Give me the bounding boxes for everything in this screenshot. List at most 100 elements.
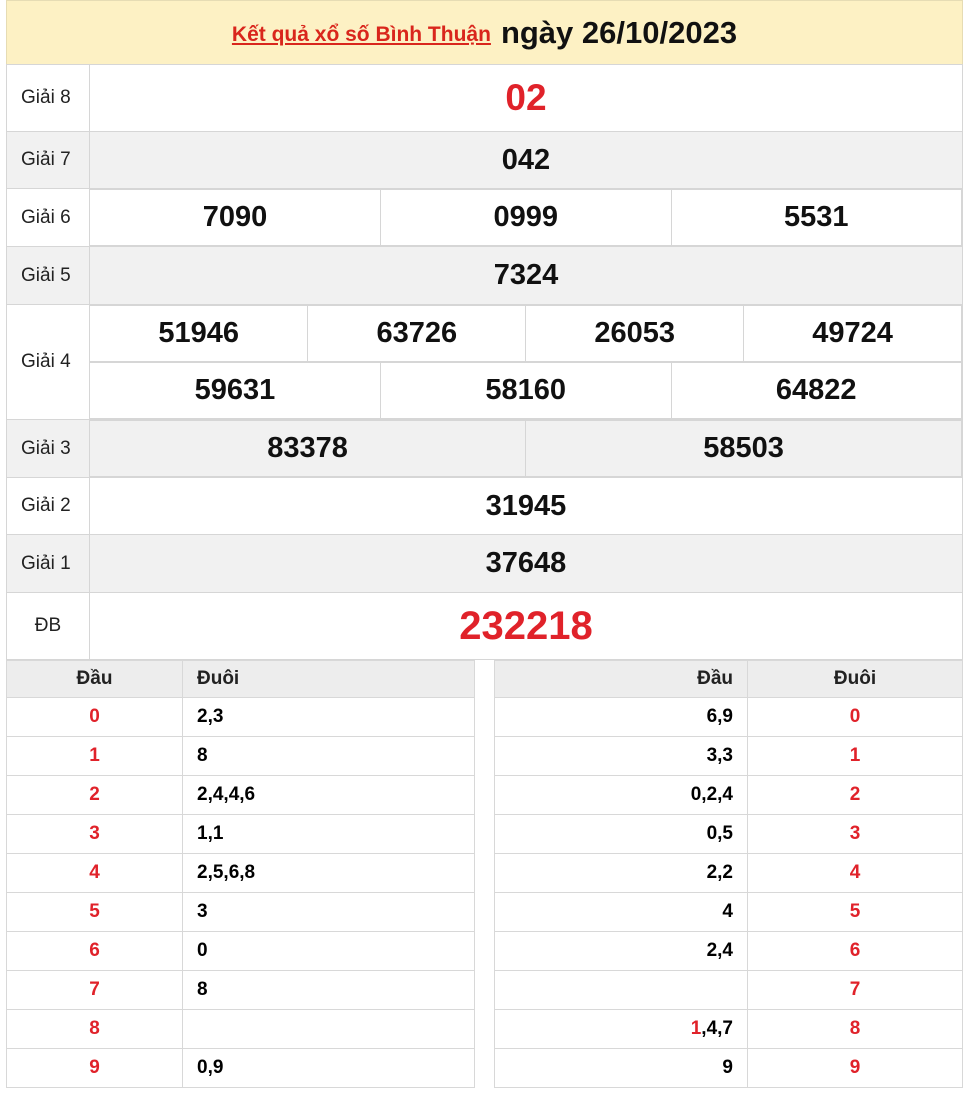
prize-number: 042 bbox=[89, 131, 963, 189]
table-row: 3 1,1 bbox=[6, 814, 475, 854]
prize-number: 51946 bbox=[90, 305, 309, 362]
head-digits: 3,3 bbox=[494, 736, 748, 776]
table-row: 9 0,9 bbox=[6, 1048, 475, 1088]
table-row: 78 bbox=[6, 970, 475, 1010]
prize-label: Giải 1 bbox=[6, 534, 90, 593]
head-digit-list: 0,2,4 bbox=[690, 784, 733, 805]
table-row: 7 bbox=[494, 970, 963, 1010]
table-row: 0 2,3 bbox=[6, 697, 475, 737]
prize-number: 58503 bbox=[525, 420, 962, 477]
tail-digit: 4 bbox=[747, 853, 963, 893]
special-prize-number: 232218 bbox=[89, 592, 963, 660]
column-header-head: Đầu bbox=[494, 660, 748, 698]
tail-digit: 3 bbox=[747, 814, 963, 854]
prize-cell-group: 51946 63726 26053 49724 59631 58160 6482… bbox=[89, 304, 963, 420]
head-digit-list: ,4,7 bbox=[701, 1018, 733, 1039]
table-row: 2 2,4,4,6 bbox=[6, 775, 475, 815]
table-row: 0,5 3 bbox=[494, 814, 963, 854]
tail-digits: 8 bbox=[182, 970, 475, 1010]
prize-cell-group: 7090 0999 5531 bbox=[89, 188, 963, 247]
head-digits: 4 bbox=[494, 892, 748, 932]
table-row: 45 bbox=[494, 892, 963, 932]
head-digits: 2,4 bbox=[494, 931, 748, 971]
prize-label: Giải 6 bbox=[6, 188, 90, 247]
tail-stats-table: Đầu Đuôi 6,9 0 3,3 1 0,2,4 2 0,5 3 2,2 4 4 5 2,4 6 7 1,… bbox=[494, 660, 963, 1088]
prize-row-g5: Giải 5 7324 bbox=[6, 246, 963, 305]
head-digits: 6,9 bbox=[494, 697, 748, 737]
table-row: 8 bbox=[6, 1009, 475, 1049]
prize-row-g1: Giải 1 37648 bbox=[6, 534, 963, 593]
tail-digit: 6 bbox=[747, 931, 963, 971]
table-row: 4 2,5,6,8 bbox=[6, 853, 475, 893]
tail-digit: 5 bbox=[747, 892, 963, 932]
head-digit: 3 bbox=[6, 814, 183, 854]
prize-number: 0999 bbox=[380, 189, 672, 246]
prize-number: 64822 bbox=[670, 362, 962, 419]
tail-digits: 3 bbox=[182, 892, 475, 932]
tail-digits: 2,3 bbox=[182, 697, 475, 737]
prize-number: 5531 bbox=[670, 189, 962, 246]
tail-digit: 0 bbox=[747, 697, 963, 737]
prize-cell-group: 83378 58503 bbox=[89, 419, 963, 478]
tail-digits: 0,9 bbox=[182, 1048, 475, 1088]
tail-digit: 9 bbox=[747, 1048, 963, 1088]
tail-digits: 2,4,4,6 bbox=[182, 775, 475, 815]
column-header-tail: Đuôi bbox=[747, 660, 963, 698]
prize-row-g8: Giải 8 02 bbox=[6, 64, 963, 132]
prize-number-group: 59631 58160 64822 bbox=[90, 362, 962, 419]
table-row: 18 bbox=[6, 736, 475, 776]
prize-label: Giải 2 bbox=[6, 477, 90, 535]
prize-number: 58160 bbox=[380, 362, 672, 419]
prize-label: Giải 8 bbox=[6, 64, 90, 132]
table-row: 99 bbox=[494, 1048, 963, 1088]
head-digit: 4 bbox=[6, 853, 183, 893]
prize-number: 7324 bbox=[89, 246, 963, 305]
prize-number: 02 bbox=[89, 64, 963, 132]
prize-row-g4: Giải 4 51946 63726 26053 49724 59631 581… bbox=[6, 304, 963, 420]
prize-number: 31945 bbox=[89, 477, 963, 535]
results-header: Kết quả xổ số Bình Thuận ngày 26/10/2023 bbox=[6, 0, 963, 64]
prize-number: 7090 bbox=[90, 189, 381, 246]
prize-number-group: 83378 58503 bbox=[90, 420, 962, 477]
prize-row-g7: Giải 7 042 bbox=[6, 131, 963, 189]
prize-number-group: 51946 63726 26053 49724 bbox=[90, 305, 962, 362]
head-digit-list: 3,3 bbox=[706, 745, 733, 766]
tail-digits: 2,5,6,8 bbox=[182, 853, 475, 893]
prize-row-g3: Giải 3 83378 58503 bbox=[6, 419, 963, 478]
prize-row-g6: Giải 6 7090 0999 5531 bbox=[6, 188, 963, 247]
table-row: 6,9 0 bbox=[494, 697, 963, 737]
head-digit-list: 4 bbox=[722, 901, 733, 922]
table-row: 60 bbox=[6, 931, 475, 971]
head-digits: 0,5 bbox=[494, 814, 748, 854]
lottery-title-link[interactable]: Kết quả xổ số Bình Thuận bbox=[232, 23, 491, 47]
head-digit: 1 bbox=[6, 736, 183, 776]
head-digit-list: 9 bbox=[722, 1057, 733, 1078]
head-digit: 0 bbox=[6, 697, 183, 737]
head-digit: 7 bbox=[6, 970, 183, 1010]
prize-number: 49724 bbox=[743, 305, 962, 362]
table-row: 3,3 1 bbox=[494, 736, 963, 776]
prize-number: 83378 bbox=[90, 420, 527, 477]
column-header-head: Đầu bbox=[6, 660, 183, 698]
tail-digit: 7 bbox=[747, 970, 963, 1010]
head-digits: 2,2 bbox=[494, 853, 748, 893]
tail-digit: 1 bbox=[747, 736, 963, 776]
tail-digits: 1,1 bbox=[182, 814, 475, 854]
draw-date: ngày 26/10/2023 bbox=[500, 14, 738, 50]
head-stats-table: Đầu Đuôi 0 2,3 1 8 2 2,4,4,6 3 1,1 4 2,5,6,8 5 3 6 0 7… bbox=[6, 660, 475, 1088]
table-row: 53 bbox=[6, 892, 475, 932]
head-digit: 6 bbox=[6, 931, 183, 971]
head-digit-highlight: 1 bbox=[690, 1018, 702, 1039]
table-row: 2,2 4 bbox=[494, 853, 963, 893]
head-digits: 9 bbox=[494, 1048, 748, 1088]
head-digits: 1,4,7 bbox=[494, 1009, 748, 1049]
prize-number-group: 7090 0999 5531 bbox=[90, 189, 962, 246]
head-digit-list: 0,5 bbox=[706, 823, 733, 844]
prize-label: ĐB bbox=[6, 592, 90, 660]
head-digits bbox=[494, 970, 748, 1010]
prize-label: Giải 7 bbox=[6, 131, 90, 189]
prize-table: Giải 8 02 Giải 7 042 Giải 6 7090 0999 55… bbox=[6, 64, 963, 660]
head-digit: 9 bbox=[6, 1048, 183, 1088]
prize-label: Giải 3 bbox=[6, 419, 90, 478]
head-digit: 8 bbox=[6, 1009, 183, 1049]
